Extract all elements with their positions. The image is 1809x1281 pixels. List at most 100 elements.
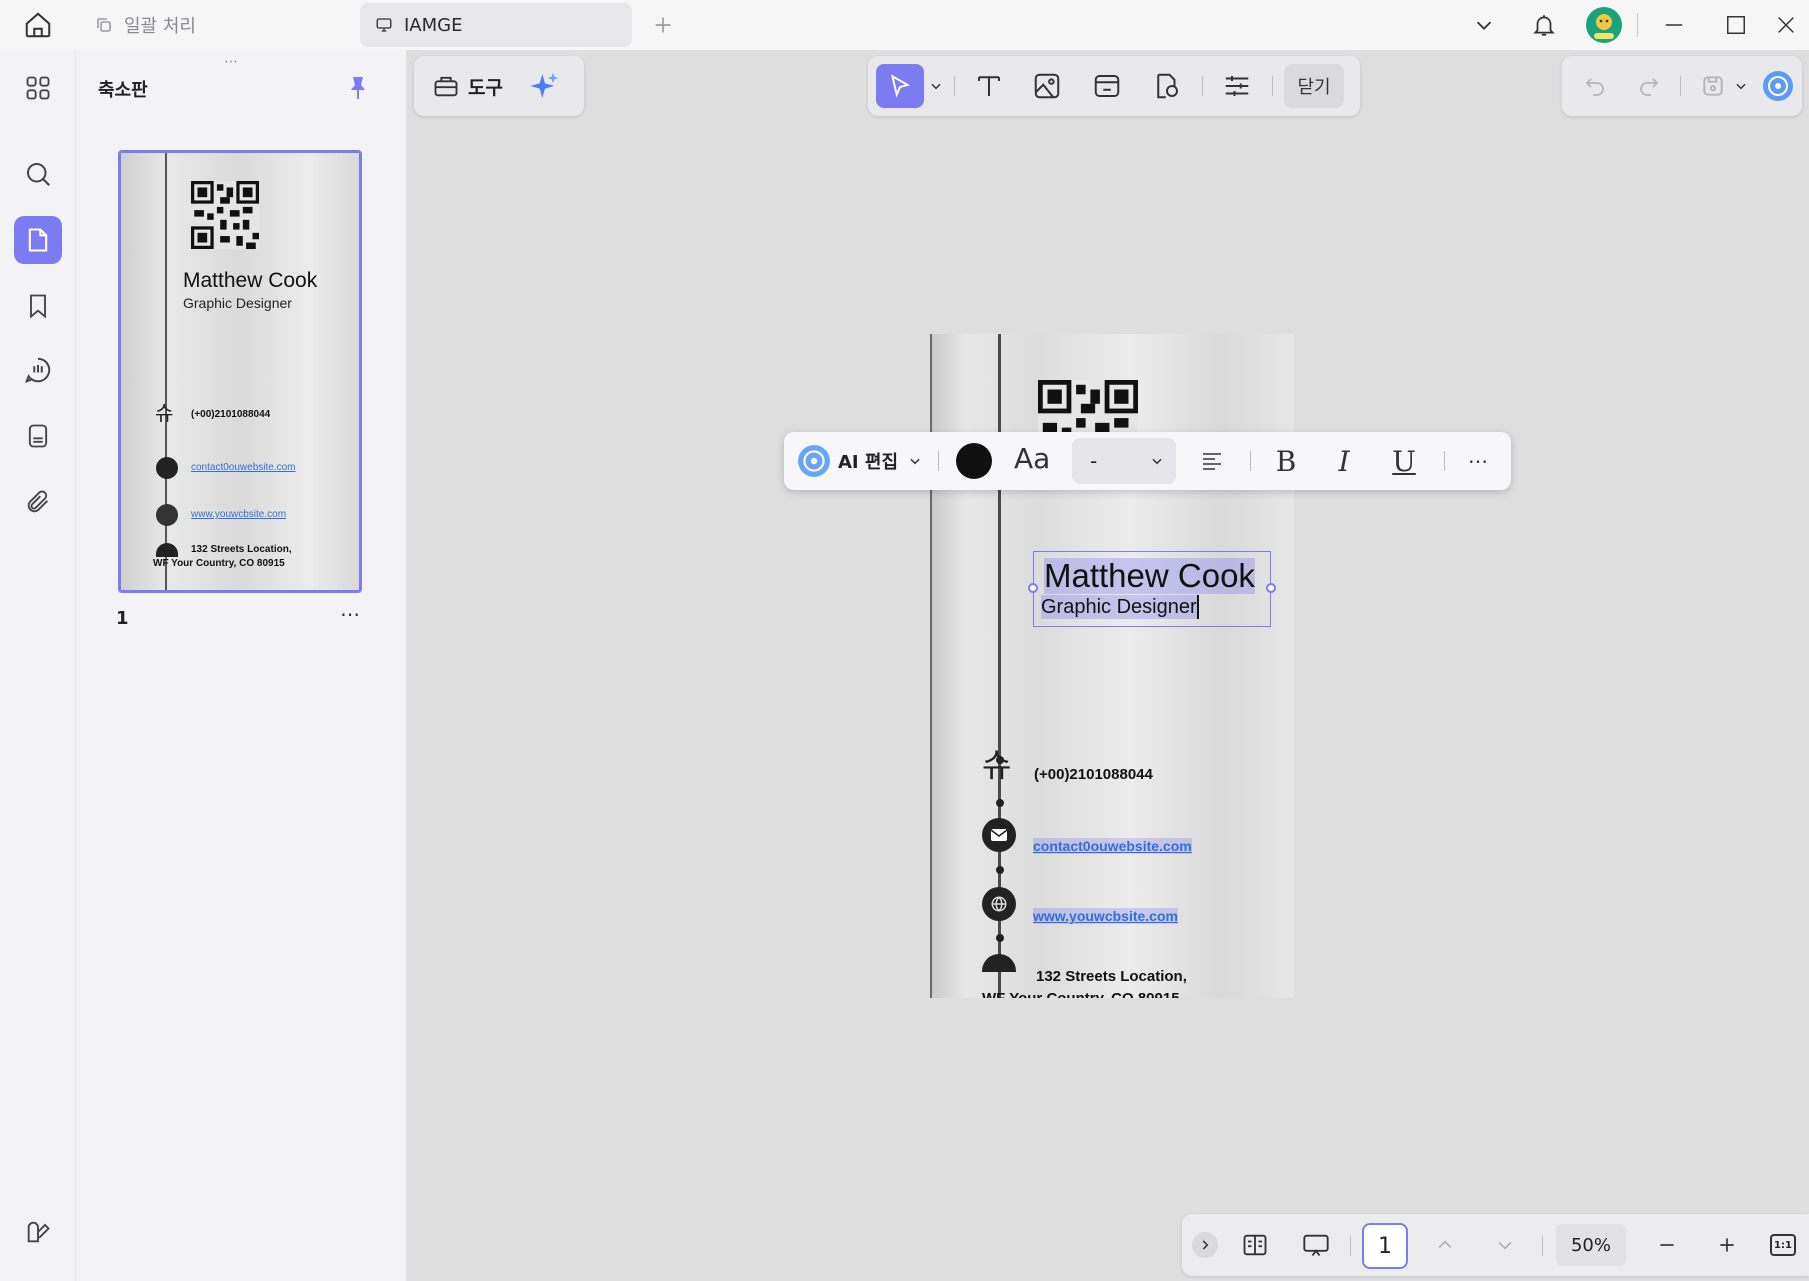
left-rail xyxy=(0,50,76,1281)
qr-code-icon xyxy=(191,181,259,249)
page-navigation-bar: 1 50% 1:1 xyxy=(1182,1214,1809,1276)
email-link[interactable]: contact0ouwebsite.com xyxy=(1033,838,1192,854)
address-line2[interactable]: WF Your Country, CO 80915 xyxy=(982,990,1180,998)
thumb-website: www.youwcbsite.com xyxy=(191,509,287,520)
text-tool-icon[interactable] xyxy=(966,64,1012,108)
chevron-right-icon[interactable] xyxy=(1192,1232,1218,1258)
pages-icon[interactable] xyxy=(14,216,62,264)
more-options-icon[interactable]: ⋯ xyxy=(336,602,364,626)
italic-icon[interactable]: I xyxy=(1326,444,1362,478)
monitor-icon xyxy=(374,15,394,35)
globe-icon xyxy=(156,504,178,526)
chevron-down-icon[interactable] xyxy=(1488,1228,1522,1262)
pin-icon[interactable] xyxy=(342,72,374,104)
thumb-phone-icon: 슈 xyxy=(155,401,174,425)
avatar[interactable] xyxy=(1584,0,1624,50)
theme-icon[interactable] xyxy=(14,1208,62,1256)
resize-handle-left[interactable] xyxy=(1028,583,1038,593)
selected-text-box[interactable]: Matthew Cook Graphic Designer xyxy=(1028,551,1276,627)
globe-icon xyxy=(982,887,1016,921)
bold-icon[interactable]: B xyxy=(1268,444,1304,478)
title-bar: 일괄 처리 IAMGE xyxy=(0,0,1809,50)
redo-icon[interactable] xyxy=(1626,64,1672,108)
text-color-swatch[interactable] xyxy=(956,443,992,479)
form-tool-icon[interactable] xyxy=(1144,64,1190,108)
font-size-select[interactable]: - xyxy=(1072,438,1176,484)
fit-label: 1:1 xyxy=(1770,1234,1796,1256)
email-icon xyxy=(156,457,178,479)
bookmark-icon[interactable] xyxy=(14,282,62,330)
thumb-address-line1: 132 Streets Location, xyxy=(191,544,292,555)
address-line1[interactable]: 132 Streets Location, xyxy=(1036,968,1187,985)
font-family-button[interactable]: Aa xyxy=(1014,442,1050,475)
page-thumbnail[interactable]: Matthew Cook Graphic Designer 슈 (+00)210… xyxy=(118,150,362,593)
chevron-up-icon[interactable] xyxy=(1428,1228,1462,1262)
tools-label[interactable]: 도구 xyxy=(468,73,503,100)
workspace: 도구 닫기 Matthew Cook Graphic Designer 슈 (+… xyxy=(406,50,1809,1281)
resize-handle-right[interactable] xyxy=(1266,583,1276,593)
phone-text[interactable]: (+00)2101088044 xyxy=(1034,766,1153,783)
thumb-address-line2: WF Your Country, CO 80915 xyxy=(153,558,285,569)
timeline-dot xyxy=(996,799,1004,807)
search-icon[interactable] xyxy=(14,150,62,198)
chevron-down-icon xyxy=(908,454,922,468)
align-left-icon[interactable] xyxy=(1194,444,1230,478)
comment-icon[interactable] xyxy=(14,346,62,394)
settings-sliders-icon[interactable] xyxy=(1214,64,1260,108)
chevron-down-icon[interactable] xyxy=(1466,0,1502,50)
timeline-dot xyxy=(996,934,1004,942)
thumb-name: Matthew Cook xyxy=(183,269,318,292)
link-tool-icon[interactable] xyxy=(1084,64,1130,108)
underline-icon[interactable]: U xyxy=(1386,444,1422,478)
text-format-toolbar: AI 편집 Aa - B I U ⋯ xyxy=(784,432,1511,490)
panel-title: 축소판 xyxy=(98,80,148,101)
undo-icon[interactable] xyxy=(1572,64,1618,108)
page-number-input[interactable]: 1 xyxy=(1362,1223,1408,1269)
maximize-icon[interactable] xyxy=(1716,0,1756,50)
page-number: 1 xyxy=(116,608,129,629)
ai-assistant-icon[interactable] xyxy=(1758,64,1798,108)
divider xyxy=(1636,0,1638,50)
thumb-email: contact0ouwebsite.com xyxy=(191,462,296,473)
website-link[interactable]: www.youwcbsite.com xyxy=(1033,908,1178,924)
close-icon[interactable] xyxy=(1766,0,1806,50)
more-options-icon[interactable]: ⋯ xyxy=(1460,444,1496,478)
location-icon xyxy=(982,954,1016,972)
tab-label: 일괄 처리 xyxy=(124,16,196,37)
edit-toolbar: 닫기 xyxy=(868,56,1360,116)
close-edit-button[interactable]: 닫기 xyxy=(1284,64,1344,108)
thumb-phone: (+00)2101088044 xyxy=(191,409,271,420)
tab-label: IAMGE xyxy=(404,14,463,36)
chevron-down-icon[interactable] xyxy=(1730,64,1752,108)
ai-assistant-icon xyxy=(796,443,832,479)
new-tab-button[interactable] xyxy=(648,10,678,40)
font-size-value: - xyxy=(1090,449,1098,473)
book-view-icon[interactable] xyxy=(1238,1228,1272,1262)
drag-handle[interactable]: ⋯ xyxy=(224,54,240,70)
name-text[interactable]: Matthew Cook xyxy=(1044,558,1255,594)
sparkle-icon[interactable] xyxy=(529,70,561,102)
zoom-level[interactable]: 50% xyxy=(1556,1224,1626,1266)
attachment-icon[interactable] xyxy=(14,478,62,526)
select-tool-button[interactable] xyxy=(876,64,924,108)
minimize-icon[interactable] xyxy=(1654,0,1694,50)
presentation-icon[interactable] xyxy=(1296,1228,1336,1262)
email-icon xyxy=(982,818,1016,852)
ai-edit-label: AI 편집 xyxy=(838,452,899,473)
toolbox-icon[interactable] xyxy=(432,72,460,100)
actual-size-button[interactable]: 1:1 xyxy=(1768,1230,1798,1260)
zoom-in-icon[interactable] xyxy=(1710,1228,1744,1262)
history-toolbar xyxy=(1562,56,1802,116)
ai-edit-button[interactable]: AI 편집 xyxy=(796,441,922,481)
stamp-icon[interactable] xyxy=(14,412,62,460)
tab-batch[interactable]: 일괄 처리 xyxy=(80,3,352,47)
tab-image[interactable]: IAMGE xyxy=(360,3,632,47)
grid-icon[interactable] xyxy=(14,64,62,112)
chevron-down-icon[interactable] xyxy=(924,64,948,108)
copy-icon xyxy=(94,15,114,35)
role-text[interactable]: Graphic Designer xyxy=(1041,595,1199,619)
image-tool-icon[interactable] xyxy=(1024,64,1070,108)
bell-icon[interactable] xyxy=(1526,0,1562,50)
zoom-out-icon[interactable] xyxy=(1650,1228,1684,1262)
home-icon[interactable] xyxy=(18,7,58,43)
